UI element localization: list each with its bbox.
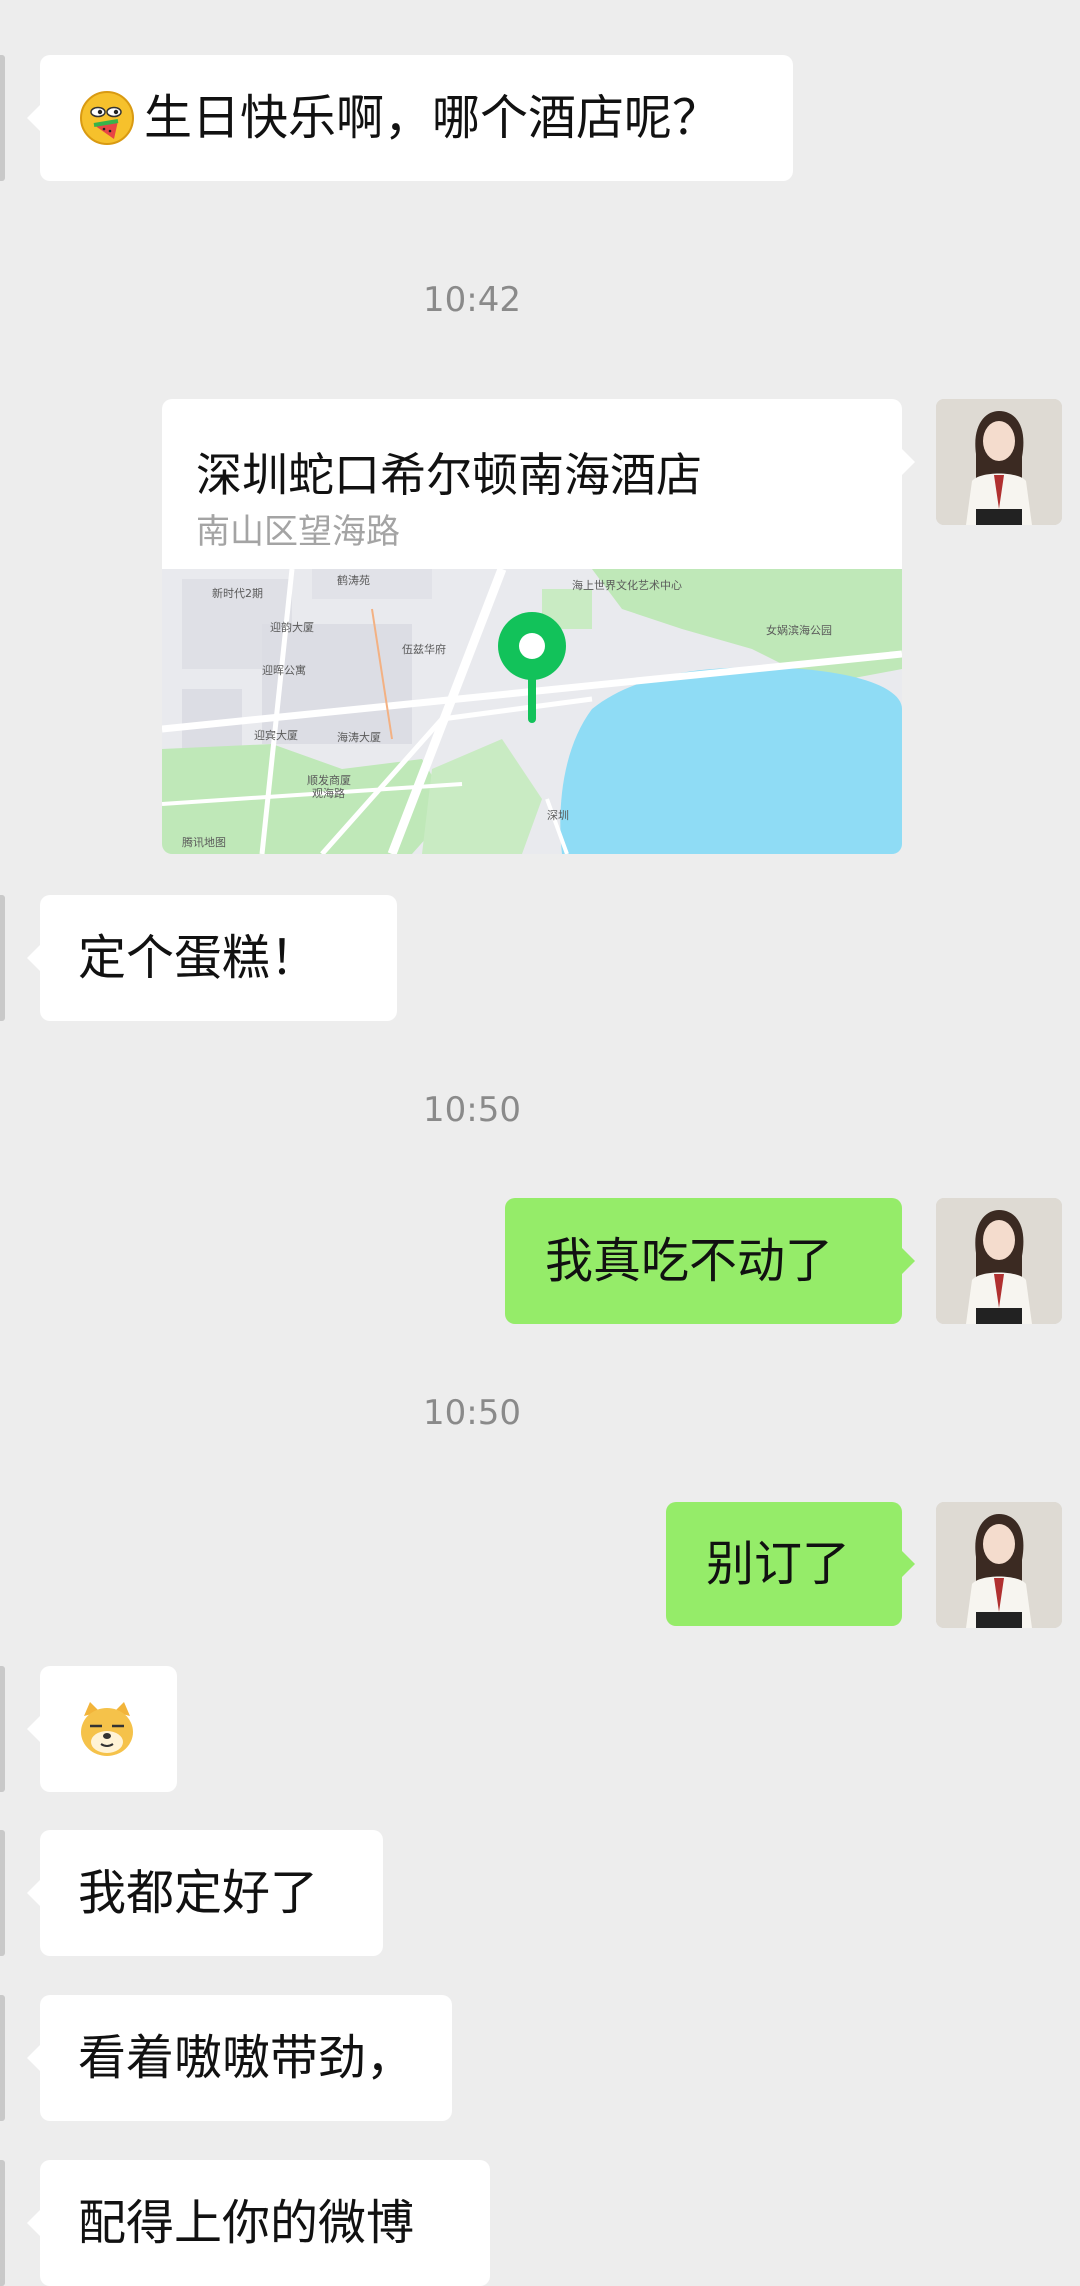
avatar[interactable] (936, 1198, 1062, 1324)
message-bubble-incoming[interactable]: 定个蛋糕！ (27, 895, 397, 1021)
map-label: 迎宾大厦 (254, 728, 298, 742)
message-bubble-incoming[interactable]: 生日快乐啊，哪个酒店呢？ (27, 55, 793, 181)
avatar-edge[interactable] (0, 1666, 5, 1792)
avatar-edge[interactable] (0, 1995, 5, 2121)
location-card-tail (901, 448, 915, 476)
message-text: 别订了 (706, 1536, 851, 1592)
timestamp: 10:42 (423, 280, 521, 320)
message-text: 生日快乐啊，哪个酒店呢？ (144, 90, 721, 146)
avatar-edge[interactable] (0, 55, 5, 181)
location-name: 深圳蛇口希尔顿南海酒店 (196, 448, 702, 502)
melon-eating-emoji-icon (80, 91, 134, 145)
map-label: 海上世界文化艺术中心 (572, 578, 682, 592)
location-card[interactable]: 深圳蛇口希尔顿南海酒店 南山区望海路 新时代2期 迎韵大厦 迎晖公寓 迎宾大厦 … (162, 399, 902, 854)
timestamp: 10:50 (423, 1090, 521, 1130)
message-text: 我都定好了 (78, 1865, 319, 1921)
doge-sticker-emoji-icon (81, 1702, 133, 1756)
map-label: 新时代2期 (212, 586, 263, 600)
location-map[interactable]: 新时代2期 迎韵大厦 迎晖公寓 迎宾大厦 顺发商厦 观海路 伍兹华府 海涛大厦 … (162, 569, 902, 854)
map-label: 伍兹华府 (402, 642, 446, 656)
map-attribution: 腾讯地图 (182, 835, 226, 849)
avatar[interactable] (936, 399, 1062, 525)
message-text: 看着嗷嗷带劲， (78, 2030, 415, 2086)
map-label: 鹤涛苑 (337, 573, 370, 587)
timestamp: 10:50 (423, 1393, 521, 1433)
message-bubble-incoming[interactable]: 我都定好了 (27, 1830, 383, 1956)
map-label: 海涛大厦 (337, 730, 381, 744)
map-label: 顺发商厦 (307, 773, 351, 787)
map-label: 深圳 (547, 809, 569, 822)
message-bubble-incoming[interactable]: 配得上你的微博 (27, 2160, 490, 2286)
message-bubble-incoming[interactable] (27, 1666, 177, 1792)
map-label: 观海路 (312, 786, 345, 800)
avatar-edge[interactable] (0, 2160, 5, 2286)
chat-area[interactable]: 生日快乐啊，哪个酒店呢？ 10:42 深圳蛇口希尔顿南海酒店 南山区望海路 新时… (0, 0, 1080, 2286)
location-address: 南山区望海路 (196, 512, 400, 552)
map-label: 女娲滨海公园 (766, 623, 832, 637)
message-text: 我真吃不动了 (545, 1233, 834, 1289)
avatar-edge[interactable] (0, 1830, 5, 1956)
map-label: 迎晖公寓 (262, 663, 306, 677)
message-bubble-outgoing[interactable]: 我真吃不动了 (505, 1198, 915, 1324)
avatar[interactable] (936, 1502, 1062, 1628)
message-bubble-incoming[interactable]: 看着嗷嗷带劲， (27, 1995, 452, 2121)
message-bubble-outgoing[interactable]: 别订了 (666, 1502, 915, 1626)
message-text: 定个蛋糕！ (78, 930, 319, 986)
map-label: 迎韵大厦 (270, 620, 314, 634)
avatar-edge[interactable] (0, 895, 5, 1021)
message-text: 配得上你的微博 (78, 2195, 415, 2251)
